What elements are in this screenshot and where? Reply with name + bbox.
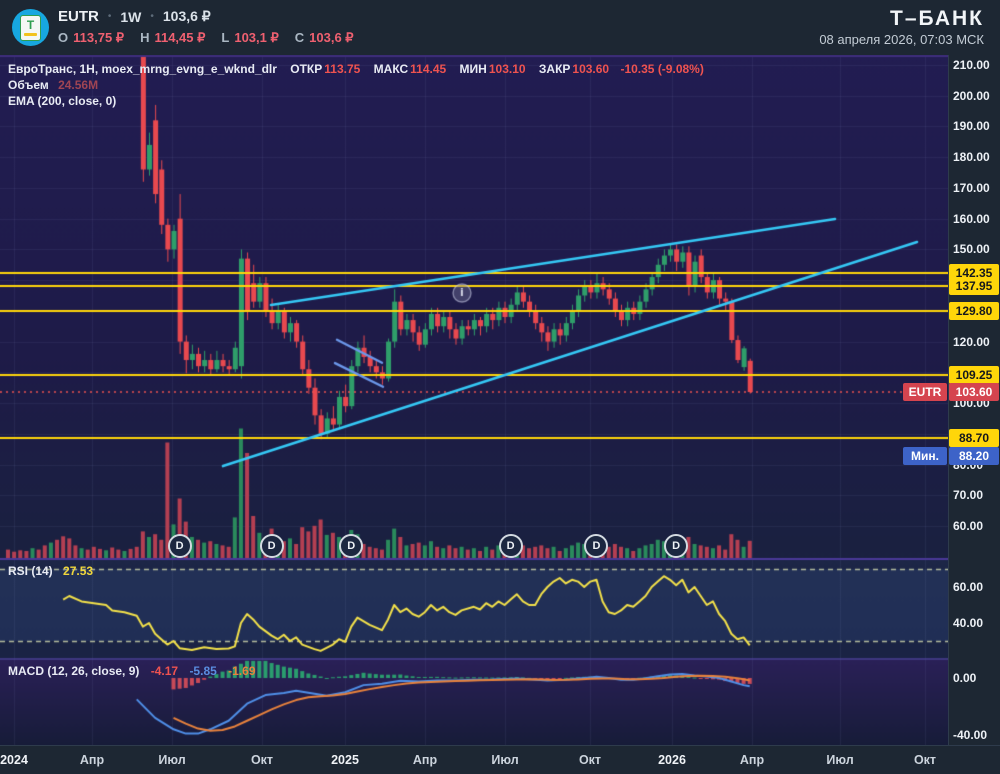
dividend-marker[interactable]: D xyxy=(498,534,523,558)
legend-main-row[interactable]: ЕвроТранс, 1H, moex_mrng_evng_e_wknd_dlr… xyxy=(8,61,704,77)
legend-change: -10.35 (-9.08%) xyxy=(620,62,704,76)
time-tick-month: Окт xyxy=(578,753,602,767)
time-tick-month: Июл xyxy=(491,753,519,767)
dividend-marker[interactable]: D xyxy=(339,534,364,558)
symbol-row: EUTR • 1W • 103,6 ₽ xyxy=(58,8,211,25)
last-price-symbol-pill: EUTR xyxy=(903,382,947,401)
rsi-value: 27.53 xyxy=(63,564,94,578)
separator-dot: • xyxy=(107,11,112,22)
price-tick: 60.00 xyxy=(953,518,984,533)
legend-high: МАКС 114.45 xyxy=(373,62,447,76)
dividend-marker[interactable]: D xyxy=(167,534,192,558)
dividend-marker[interactable]: D xyxy=(664,534,689,558)
volume-label: Объем xyxy=(8,78,49,92)
price-tick: 200.00 xyxy=(953,88,990,103)
time-tick-month: Апр xyxy=(412,753,438,767)
macd-tick: -40.00 xyxy=(953,728,988,742)
rsi-legend[interactable]: RSI (14) 27.53 xyxy=(8,564,93,578)
price-tick: 210.00 xyxy=(953,58,990,72)
time-tick-month: Окт xyxy=(250,753,274,767)
time-tick-month: Июл xyxy=(158,753,186,767)
rsi-label: RSI (14) xyxy=(8,564,53,578)
time-axis[interactable]: 2024 Апр Июл Окт 2025 Апр Июл Окт 2026 Апр Июл Окт xyxy=(0,745,1000,774)
min-price-badge: 88.20 xyxy=(949,447,999,465)
legend-close: ЗАКР 103.60 xyxy=(538,62,610,76)
time-tick-year: 2024 xyxy=(0,753,28,767)
eurotrans-logo-glyph: Т xyxy=(26,18,35,32)
top-bar: Т EUTR • 1W • 103,6 ₽ O 113,75 ₽ H 114,45 … xyxy=(0,0,1000,55)
tbank-logo: Т–БАНК xyxy=(890,7,984,30)
ohlc-readout: O 113,75 ₽ H 114,45 ₽ L 103,1 ₽ C 103,6 ₽ xyxy=(58,30,354,46)
rsi-tick: 40.00 xyxy=(953,616,984,630)
macd-tick: 0.00 xyxy=(953,671,977,685)
legend-series-title: ЕвроТранс, 1H, moex_mrng_evng_e_wknd_dlr xyxy=(8,62,277,76)
price-level-badge: 88.70 xyxy=(949,428,999,447)
min-label-pill: Мин. xyxy=(903,447,947,465)
datetime-stamp: 08 апреля 2026, 07:03 МСК xyxy=(819,32,984,47)
ema-label: EMA (200, close, 0) xyxy=(8,94,117,108)
legend-open: ОТКР 113.75 xyxy=(290,62,361,76)
ohlc-high: H 114,45 ₽ xyxy=(140,30,206,45)
time-tick-month: Июл xyxy=(826,753,854,767)
price-chart-canvas[interactable] xyxy=(0,0,948,745)
price-tick: 160.00 xyxy=(953,211,990,226)
chart-legend: ЕвроТранс, 1H, moex_mrng_evng_e_wknd_dlr… xyxy=(8,61,704,109)
dividend-marker[interactable]: D xyxy=(584,534,609,558)
dividend-marker[interactable]: D xyxy=(259,534,284,558)
macd-label: MACD (12, 26, close, 9) xyxy=(8,664,140,678)
time-tick-month: Апр xyxy=(79,753,105,767)
separator-dot: • xyxy=(150,11,154,22)
time-tick-month: Окт xyxy=(913,753,937,767)
macd-signal-value: -1.69 xyxy=(228,664,256,678)
price-tick: 150.00 xyxy=(953,242,990,257)
legend-ema-row[interactable]: EMA (200, close, 0) xyxy=(8,93,704,109)
rsi-tick: 60.00 xyxy=(953,580,984,594)
eurotrans-logo-card: Т xyxy=(20,14,41,41)
ohlc-open: O 113,75 ₽ xyxy=(58,30,125,45)
macd-hist-value: -4.17 xyxy=(150,664,179,678)
eurotrans-logo: Т xyxy=(12,9,49,46)
legend-volume-row[interactable]: Объем 24.56M xyxy=(8,77,704,93)
time-tick-month: Апр xyxy=(739,753,765,767)
legend-low: МИН 103.10 xyxy=(459,62,526,76)
price-tick: 180.00 xyxy=(953,150,990,165)
ohlc-close: C 103,6 ₽ xyxy=(294,30,354,45)
timeframe[interactable]: 1W xyxy=(120,9,141,25)
price-tick: 190.00 xyxy=(953,119,990,134)
time-tick-year: 2026 xyxy=(658,753,686,767)
volume-value: 24.56M xyxy=(58,78,99,92)
price-tick: 70.00 xyxy=(953,488,984,503)
last-price-header: 103,6 ₽ xyxy=(162,8,211,24)
symbol-ticker[interactable]: EUTR xyxy=(58,8,99,25)
price-level-badge: 109.25 xyxy=(949,365,999,384)
price-tick: 170.00 xyxy=(953,180,990,195)
price-level-badge: 129.80 xyxy=(949,302,999,321)
macd-legend[interactable]: MACD (12, 26, close, 9) -4.17 -5.85 -1.6… xyxy=(8,664,256,678)
last-price-badge: 103.60 xyxy=(949,382,999,401)
eurotrans-logo-bar xyxy=(24,33,37,36)
price-tick: 120.00 xyxy=(953,334,990,349)
ohlc-low: L 103,1 ₽ xyxy=(221,30,279,45)
macd-line-value: -5.85 xyxy=(189,664,217,678)
time-tick-year: 2025 xyxy=(331,753,359,767)
price-level-badge: 137.95 xyxy=(949,277,999,296)
trading-terminal: 210.00 200.00 190.00 180.00 170.00 160.00 150.… xyxy=(0,0,1000,774)
